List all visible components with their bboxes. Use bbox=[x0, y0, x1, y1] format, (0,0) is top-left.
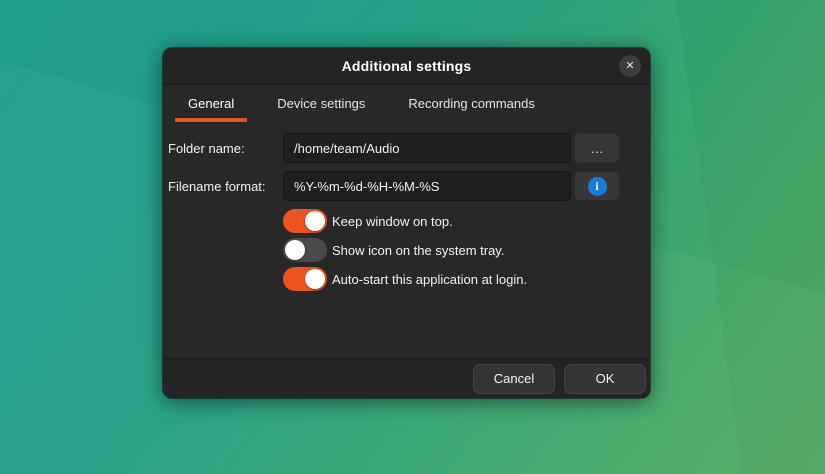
toggle-label: Auto-start this application at login. bbox=[332, 272, 527, 287]
toggle-knob bbox=[305, 269, 325, 289]
tab-general[interactable]: General bbox=[175, 85, 247, 122]
info-icon: i bbox=[588, 177, 607, 196]
toggle-switch[interactable] bbox=[283, 238, 327, 262]
toggle-knob bbox=[285, 240, 305, 260]
tab-recording-commands[interactable]: Recording commands bbox=[395, 85, 547, 122]
ok-button[interactable]: OK bbox=[564, 364, 646, 394]
tab-bar: General Device settings Recording comman… bbox=[163, 85, 650, 122]
toggle-section: Keep window on top. Show icon on the sys… bbox=[168, 209, 620, 291]
toggle-label: Show icon on the system tray. bbox=[332, 243, 504, 258]
dialog-button-bar: Cancel OK bbox=[163, 358, 650, 398]
filename-format-info-button[interactable]: i bbox=[574, 171, 620, 201]
close-button[interactable]: ✕ bbox=[619, 55, 641, 77]
toggle-label: Keep window on top. bbox=[332, 214, 453, 229]
folder-name-input[interactable] bbox=[283, 133, 571, 163]
field-row-filename: Filename format: i bbox=[168, 171, 620, 201]
filename-format-input[interactable] bbox=[283, 171, 571, 201]
toggle-row-keep-on-top: Keep window on top. bbox=[168, 209, 620, 233]
field-row-folder: Folder name: … bbox=[168, 133, 620, 163]
toggle-row-system-tray: Show icon on the system tray. bbox=[168, 238, 620, 262]
close-icon: ✕ bbox=[625, 61, 634, 72]
toggle-knob bbox=[305, 211, 325, 231]
titlebar[interactable]: Additional settings ✕ bbox=[163, 48, 650, 85]
additional-settings-dialog: Additional settings ✕ General Device set… bbox=[163, 48, 650, 398]
tab-device-settings[interactable]: Device settings bbox=[264, 85, 378, 122]
toggle-switch[interactable] bbox=[283, 209, 327, 233]
toggle-switch[interactable] bbox=[283, 267, 327, 291]
filename-format-label: Filename format: bbox=[168, 179, 283, 194]
cancel-button[interactable]: Cancel bbox=[473, 364, 555, 394]
general-tab-panel: Folder name: … Filename format: i Keep w… bbox=[163, 122, 650, 358]
ellipsis-icon: … bbox=[591, 141, 604, 156]
toggle-row-auto-start: Auto-start this application at login. bbox=[168, 267, 620, 291]
browse-folder-button[interactable]: … bbox=[574, 133, 620, 163]
dialog-title: Additional settings bbox=[342, 58, 472, 74]
folder-name-label: Folder name: bbox=[168, 141, 283, 156]
